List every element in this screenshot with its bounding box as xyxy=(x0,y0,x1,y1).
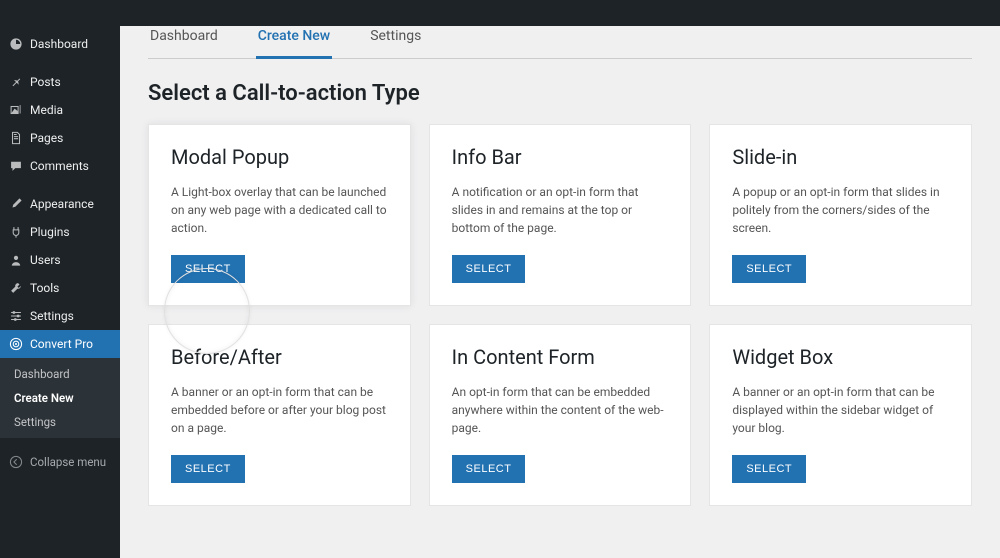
cta-card-slide-in: Slide-in A popup or an opt-in form that s… xyxy=(709,124,972,306)
sidebar-item-appearance[interactable]: Appearance xyxy=(0,190,120,218)
collapse-label: Collapse menu xyxy=(30,455,106,469)
sidebar-item-pages[interactable]: Pages xyxy=(0,124,120,152)
cta-card-before-after: Before/After A banner or an opt-in form t… xyxy=(148,324,411,506)
sidebar-item-dashboard[interactable]: Dashboard xyxy=(0,30,120,58)
sidebar-item-media[interactable]: Media xyxy=(0,96,120,124)
dashboard-icon xyxy=(8,36,24,52)
card-title: Before/After xyxy=(171,345,388,369)
select-button[interactable]: SELECT xyxy=(732,455,806,483)
media-icon xyxy=(8,102,24,118)
sliders-icon xyxy=(8,308,24,324)
target-icon xyxy=(8,336,24,352)
sidebar-item-comments[interactable]: Comments xyxy=(0,152,120,180)
sidebar-item-label: Comments xyxy=(30,159,89,173)
sidebar-submenu: DashboardCreate NewSettings xyxy=(0,358,120,438)
card-description: A Light-box overlay that can be launched… xyxy=(171,183,388,237)
sidebar-item-label: Pages xyxy=(30,131,63,145)
collapse-menu[interactable]: Collapse menu xyxy=(0,446,120,478)
page-title: Select a Call-to-action Type xyxy=(148,81,972,106)
sidebar-item-settings[interactable]: Settings xyxy=(0,302,120,330)
sidebar-item-users[interactable]: Users xyxy=(0,246,120,274)
sidebar-item-label: Tools xyxy=(30,281,59,295)
sidebar-item-tools[interactable]: Tools xyxy=(0,274,120,302)
submenu-item-settings[interactable]: Settings xyxy=(0,410,120,434)
card-title: Info Bar xyxy=(452,145,669,169)
submenu-item-dashboard[interactable]: Dashboard xyxy=(0,362,120,386)
pin-icon xyxy=(8,74,24,90)
select-button[interactable]: SELECT xyxy=(452,255,526,283)
admin-sidebar: Dashboard Posts Media Pages Comments Appearan… xyxy=(0,0,120,558)
sidebar-item-label: Settings xyxy=(30,309,74,323)
select-button[interactable]: SELECT xyxy=(171,455,245,483)
sidebar-item-label: Posts xyxy=(30,75,61,89)
cta-card-in-content-form: In Content Form An opt-in form that can b… xyxy=(429,324,692,506)
select-button[interactable]: SELECT xyxy=(452,455,526,483)
card-description: A banner or an opt-in form that can be e… xyxy=(171,383,388,437)
card-description: A notification or an opt-in form that sl… xyxy=(452,183,669,237)
plug-icon xyxy=(8,224,24,240)
card-title: Modal Popup xyxy=(171,145,388,169)
select-button[interactable]: SELECT xyxy=(171,255,245,283)
submenu-item-create-new[interactable]: Create New xyxy=(0,386,120,410)
select-button[interactable]: SELECT xyxy=(732,255,806,283)
main-content: DashboardCreate NewSettings Select a Cal… xyxy=(120,0,1000,558)
admin-topbar xyxy=(0,0,1000,26)
card-title: Widget Box xyxy=(732,345,949,369)
sidebar-item-label: Plugins xyxy=(30,225,70,239)
user-icon xyxy=(8,252,24,268)
comment-icon xyxy=(8,158,24,174)
collapse-icon xyxy=(8,454,24,470)
card-title: In Content Form xyxy=(452,345,669,369)
sidebar-item-plugins[interactable]: Plugins xyxy=(0,218,120,246)
sidebar-item-label: Appearance xyxy=(30,197,94,211)
page-icon xyxy=(8,130,24,146)
card-title: Slide-in xyxy=(732,145,949,169)
sidebar-item-label: Users xyxy=(30,253,61,267)
sidebar-item-posts[interactable]: Posts xyxy=(0,68,120,96)
card-description: A popup or an opt-in form that slides in… xyxy=(732,183,949,237)
wrench-icon xyxy=(8,280,24,296)
sidebar-item-label: Media xyxy=(30,103,63,117)
card-description: An opt-in form that can be embedded anyw… xyxy=(452,383,669,437)
cta-card-widget-box: Widget Box A banner or an opt-in form tha… xyxy=(709,324,972,506)
brush-icon xyxy=(8,196,24,212)
sidebar-item-convert-pro[interactable]: Convert Pro xyxy=(0,330,120,358)
sidebar-item-label: Dashboard xyxy=(30,37,88,51)
cta-card-modal-popup: Modal Popup A Light-box overlay that can … xyxy=(148,124,411,306)
cta-card-info-bar: Info Bar A notification or an opt-in form… xyxy=(429,124,692,306)
card-description: A banner or an opt-in form that can be d… xyxy=(732,383,949,437)
sidebar-item-label: Convert Pro xyxy=(30,337,93,351)
cta-cards-grid: Modal Popup A Light-box overlay that can … xyxy=(148,124,972,506)
